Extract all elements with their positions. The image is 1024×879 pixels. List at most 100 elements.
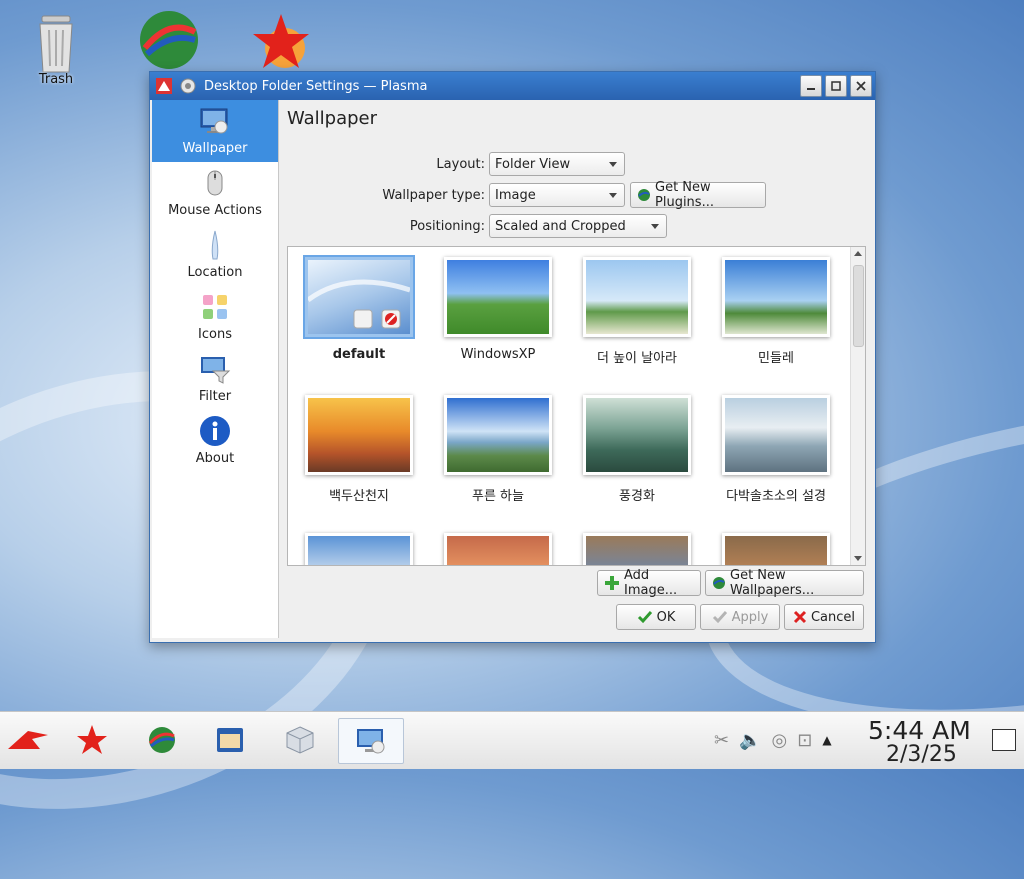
red-star-icon xyxy=(249,10,313,74)
positioning-label: Positioning: xyxy=(409,218,485,234)
checkmark-icon xyxy=(637,610,653,624)
scrollbar-thumb[interactable] xyxy=(853,265,864,347)
wallpaper-type-label: Wallpaper type: xyxy=(382,187,485,203)
wallpaper-tile[interactable] xyxy=(290,533,428,565)
plus-icon xyxy=(604,575,620,591)
filter-icon xyxy=(199,353,231,385)
window-titlebar[interactable]: Desktop Folder Settings — Plasma xyxy=(150,72,875,100)
wallpaper-tile[interactable]: 더 높이 날아라 xyxy=(568,257,706,366)
desktop-folder-settings-window: Desktop Folder Settings — Plasma Wallpap… xyxy=(149,71,876,643)
settings-sidebar: Wallpaper Mouse Actions Location Icons F… xyxy=(152,100,279,638)
chevron-down-icon xyxy=(651,224,659,229)
monitor-icon xyxy=(357,729,385,754)
page-title: Wallpaper xyxy=(287,108,378,129)
positioning-value: Scaled and Cropped xyxy=(495,218,626,234)
tray-expand-icon[interactable]: ▲ xyxy=(822,730,831,751)
chevron-down-icon xyxy=(609,162,617,167)
globe-icon xyxy=(637,188,651,202)
desktop-icon-star[interactable] xyxy=(236,10,326,74)
wallpaper-name: WindowsXP xyxy=(460,347,536,362)
sidebar-item-wallpaper[interactable]: Wallpaper xyxy=(152,100,278,162)
get-new-wallpapers-button[interactable]: Get New Wallpapers... xyxy=(705,568,864,598)
minimize-button[interactable] xyxy=(800,75,822,97)
pin-icon[interactable] xyxy=(178,76,198,96)
wallpaper-name: 더 높이 날아라 xyxy=(596,351,678,366)
wallpaper-tile[interactable]: 다박솔초소의 설경 xyxy=(707,395,845,504)
taskbar-app-desktop-settings[interactable] xyxy=(338,718,404,764)
application-launcher[interactable] xyxy=(6,718,50,762)
clock-date[interactable]: 2/3/25 xyxy=(886,742,957,767)
wallpaper-type-row: Wallpaper type: Image Get New Plugins... xyxy=(287,180,766,210)
sidebar-item-icons[interactable]: Icons xyxy=(152,286,278,348)
clock-time[interactable]: 5:44 AM xyxy=(868,716,971,745)
wallpaper-tile[interactable]: 백두산천지 xyxy=(290,395,428,504)
app-icon[interactable] xyxy=(154,76,174,96)
layout-value: Folder View xyxy=(495,156,571,172)
sidebar-item-label: Mouse Actions xyxy=(168,203,262,218)
sidebar-item-mouse-actions[interactable]: Mouse Actions xyxy=(152,162,278,224)
system-tray: ✂ 🔈 ◎ ⊡ ▲ xyxy=(714,730,832,751)
sidebar-item-label: Filter xyxy=(198,389,232,404)
sidebar-item-label: Location xyxy=(187,265,243,280)
ok-label: OK xyxy=(656,609,676,625)
get-new-wallpapers-label: Get New Wallpapers... xyxy=(730,568,815,598)
launcher-icon xyxy=(8,731,48,749)
keyboard-layout-icon[interactable]: ⊡ xyxy=(797,730,812,751)
taskbar-app-browser[interactable] xyxy=(140,718,184,762)
scroll-down-icon[interactable] xyxy=(854,556,862,561)
wallpaper-tile[interactable] xyxy=(568,533,706,565)
mouse-icon xyxy=(199,167,231,199)
scissors-icon[interactable]: ✂ xyxy=(714,730,729,751)
positioning-select[interactable]: Scaled and Cropped xyxy=(489,214,667,238)
wallpaper-tile[interactable]: WindowsXP xyxy=(429,257,567,362)
taskbar-app-file-manager[interactable] xyxy=(208,718,252,762)
add-image-label: Add Image... xyxy=(624,568,678,598)
get-new-plugins-button[interactable]: Get New Plugins... xyxy=(630,180,766,210)
add-image-button[interactable]: Add Image... xyxy=(597,568,701,598)
red-star-icon xyxy=(77,725,107,754)
wallpaper-thumbnail xyxy=(722,257,830,337)
gallery-scrollbar[interactable] xyxy=(850,247,865,565)
apply-button[interactable]: Apply xyxy=(700,604,780,630)
desktop-icon-browser[interactable] xyxy=(124,8,214,72)
wallpaper-name: default xyxy=(332,347,386,362)
wallpaper-thumbnail xyxy=(305,395,413,475)
sidebar-item-location[interactable]: Location xyxy=(152,224,278,286)
wallpaper-tile[interactable]: 민들레 xyxy=(707,257,845,366)
show-desktop-button[interactable] xyxy=(992,729,1016,751)
wallpaper-type-select[interactable]: Image xyxy=(489,183,625,207)
sidebar-item-filter[interactable]: Filter xyxy=(152,348,278,410)
close-button[interactable] xyxy=(850,75,872,97)
maximize-button[interactable] xyxy=(825,75,847,97)
wallpaper-tile[interactable]: 푸른 하늘 xyxy=(429,395,567,504)
globe-icon xyxy=(712,576,726,590)
wallpaper-name: 풍경화 xyxy=(619,489,655,504)
volume-icon[interactable]: 🔈 xyxy=(739,730,761,751)
settings-content: Wallpaper Layout: Folder View Wallpaper … xyxy=(287,100,867,638)
wallpaper-thumbnail xyxy=(583,395,691,475)
wallpaper-tile[interactable] xyxy=(707,533,845,565)
wallpaper-tile[interactable]: 풍경화 xyxy=(568,395,706,504)
wallpaper-thumbnail xyxy=(722,395,830,475)
wallpaper-type-value: Image xyxy=(495,187,536,203)
wallpaper-tile[interactable] xyxy=(429,533,567,565)
scroll-up-icon[interactable] xyxy=(854,251,862,256)
wallpaper-thumbnail xyxy=(722,533,830,565)
wallpaper-thumbnail xyxy=(583,257,691,337)
sidebar-item-label: Wallpaper xyxy=(182,141,248,156)
layout-select[interactable]: Folder View xyxy=(489,152,625,176)
desktop-icon-trash[interactable]: Trash xyxy=(11,6,101,87)
taskbar-app-package[interactable] xyxy=(278,718,322,762)
sidebar-item-about[interactable]: About xyxy=(152,410,278,472)
chevron-down-icon xyxy=(609,193,617,198)
sidebar-item-label: Icons xyxy=(198,327,232,342)
cancel-button[interactable]: Cancel xyxy=(784,604,864,630)
wallpaper-name: 다박솔초소의 설경 xyxy=(726,489,826,504)
ok-button[interactable]: OK xyxy=(616,604,696,630)
get-new-plugins-label: Get New Plugins... xyxy=(655,180,714,210)
wallpaper-tile[interactable]: default xyxy=(290,257,428,362)
wallpaper-gallery[interactable]: default WindowsXP 더 높이 날아라 민들레 백두산천지 푸른 … xyxy=(287,246,866,566)
monitor-icon xyxy=(199,105,231,137)
network-icon[interactable]: ◎ xyxy=(772,730,788,751)
taskbar-app-star[interactable] xyxy=(70,718,114,762)
